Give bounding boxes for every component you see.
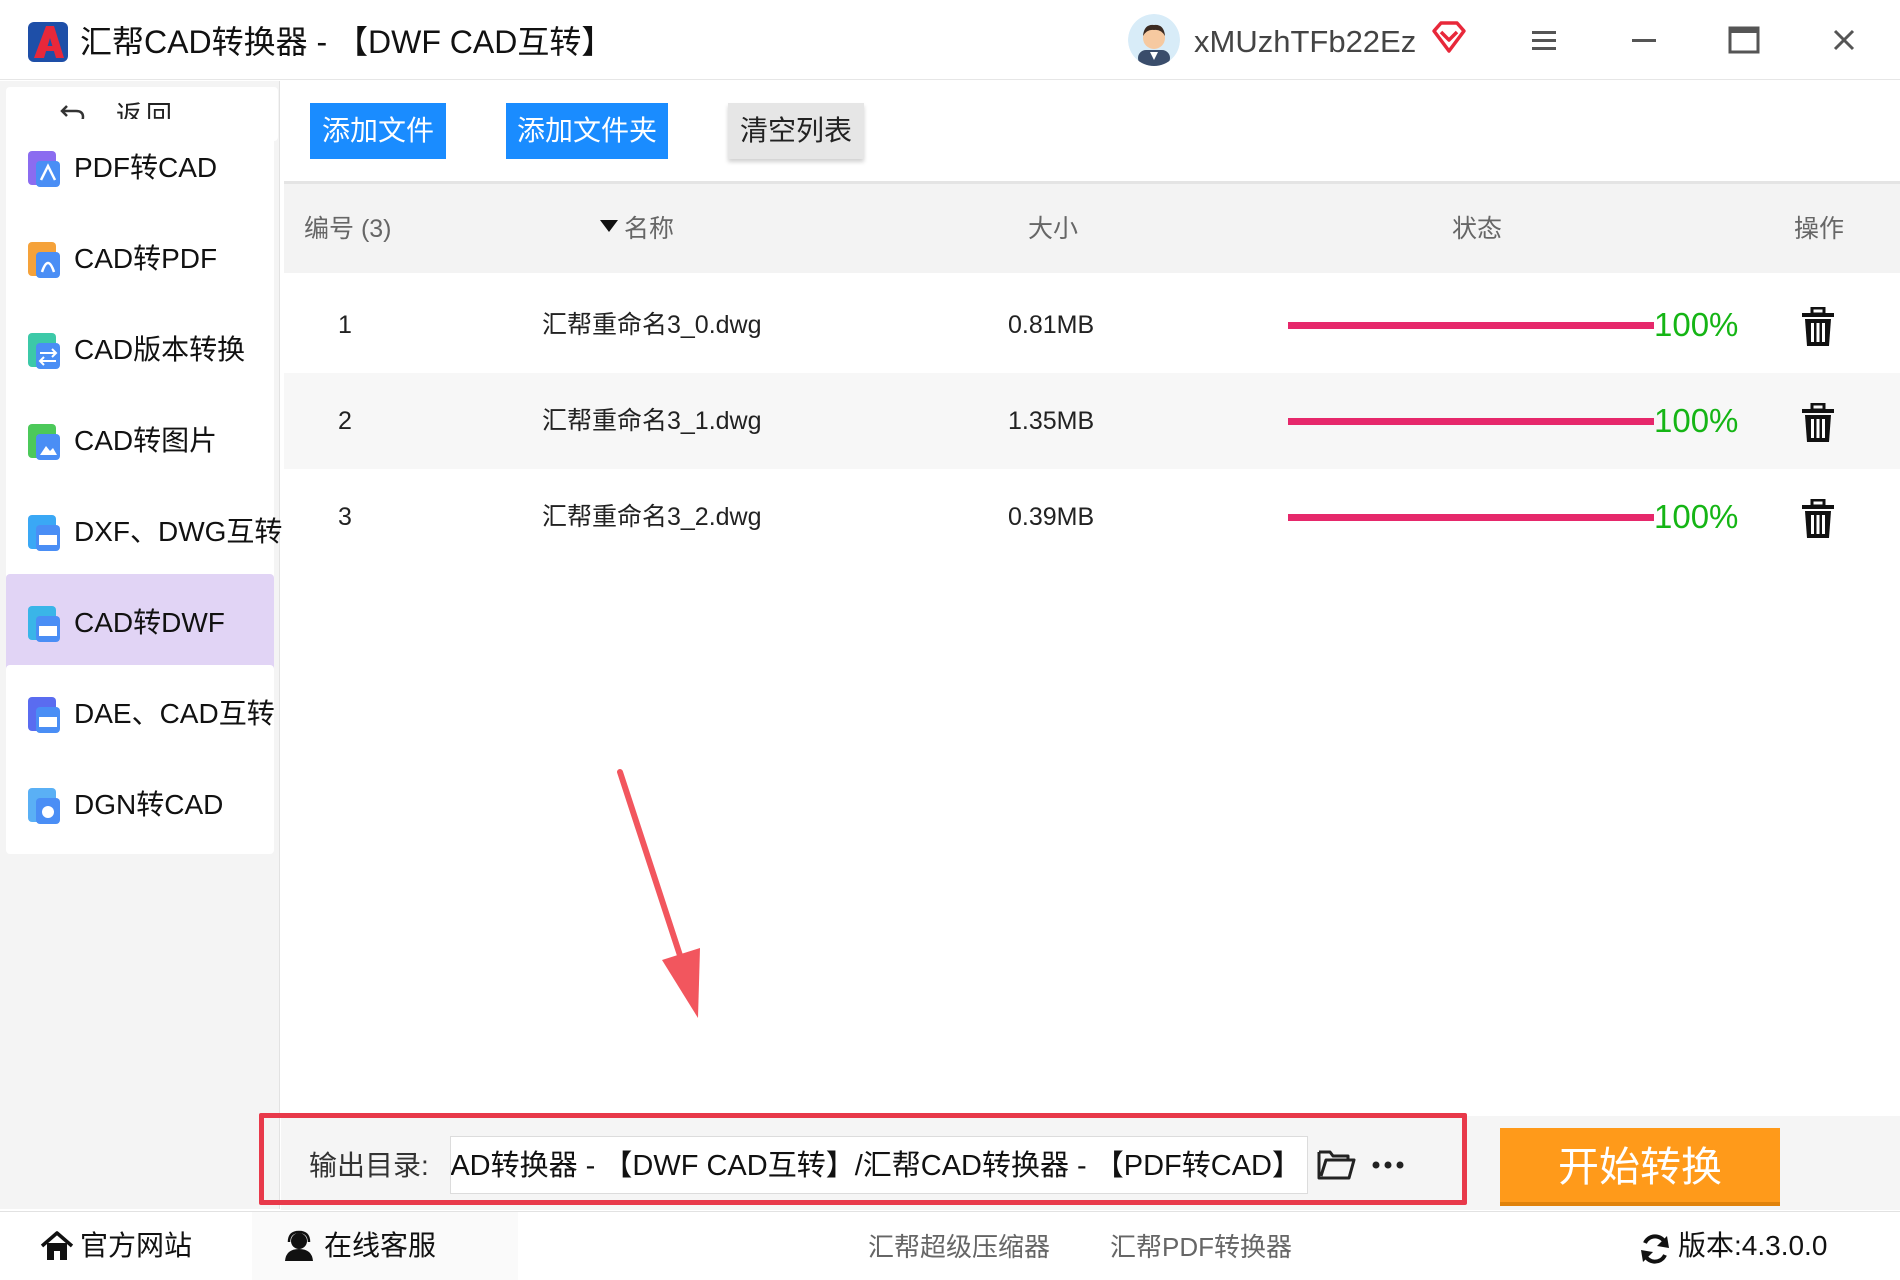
file-name: 汇帮重命名3_1.dwg: [542, 407, 762, 435]
trash-icon[interactable]: [1800, 307, 1836, 347]
official-site-label: 官方网站: [80, 1230, 193, 1261]
cad-to-image-icon: [28, 424, 60, 460]
home-icon: [40, 1231, 74, 1260]
close-icon[interactable]: [1822, 18, 1866, 62]
trash-icon[interactable]: [1800, 403, 1836, 443]
trash-icon[interactable]: [1800, 499, 1836, 539]
sidebar-item-dae-cad[interactable]: DAE、CAD互转: [6, 665, 275, 763]
support-agent-icon: [285, 1230, 313, 1261]
progress-bar: [1288, 322, 1654, 329]
dgn-to-cad-icon: [28, 788, 60, 824]
avatar[interactable]: [1128, 14, 1180, 66]
column-header-name[interactable]: 名称: [624, 214, 674, 244]
sidebar-item-label: CAD转PDF: [74, 243, 218, 274]
row-number: 2: [338, 407, 352, 435]
sidebar-item-label: DXF、DWG互转: [74, 516, 283, 547]
column-header-number[interactable]: 编号 (3): [304, 214, 392, 244]
sidebar-item-cad-to-image[interactable]: CAD转图片: [6, 392, 274, 490]
file-size: 0.81MB: [1008, 311, 1095, 339]
table-row[interactable]: 3 汇帮重命名3_2.dwg 0.39MB 100%: [284, 469, 1900, 565]
toolbar: 添加文件 添加文件夹 清空列表: [281, 81, 1900, 181]
sidebar: 返回 PDF转CAD CAD转PDF CAD版本转换 CAD转图片 DXF、DW…: [0, 81, 282, 1209]
file-name: 汇帮重命名3_0.dwg: [542, 311, 762, 339]
version-label: 版本:4.3.0.0: [1678, 1230, 1828, 1261]
menu-icon[interactable]: [1522, 18, 1566, 62]
more-options-icon[interactable]: [1368, 1150, 1408, 1180]
folder-open-icon[interactable]: [1316, 1146, 1356, 1182]
sidebar-item-cad-version[interactable]: CAD版本转换: [6, 301, 274, 399]
avatar-icon: [1128, 14, 1180, 66]
column-header-status: 状态: [1452, 215, 1503, 243]
app-logo-icon: [28, 22, 68, 62]
sidebar-item-label: DAE、CAD互转: [74, 698, 275, 729]
pdf-converter-app-link[interactable]: 汇帮PDF转换器: [1110, 1230, 1292, 1264]
row-number: 3: [338, 503, 352, 531]
maximize-icon[interactable]: [1722, 18, 1766, 62]
dxf-dwg-icon: [28, 515, 60, 551]
username[interactable]: xMUzhTFb22Ez: [1194, 20, 1416, 64]
footer: 官方网站 在线客服 汇帮超级压缩器 汇帮PDF转换器 版本:4.3.0.0: [0, 1211, 1900, 1280]
row-number: 1: [338, 311, 352, 339]
dae-cad-icon: [28, 697, 60, 733]
progress-percent: 100%: [1654, 498, 1739, 535]
title-bar: 汇帮CAD转换器 - 【DWF CAD互转】 xMUzhTFb22Ez: [0, 0, 1900, 80]
sidebar-item-dxf-dwg[interactable]: DXF、DWG互转: [6, 483, 282, 581]
cad-to-dwf-icon: [28, 606, 60, 642]
column-header-action: 操作: [1794, 215, 1845, 243]
vip-diamond-icon[interactable]: [1430, 18, 1468, 56]
file-size: 0.39MB: [1008, 503, 1095, 531]
file-name: 汇帮重命名3_2.dwg: [542, 503, 762, 531]
compressor-app-link[interactable]: 汇帮超级压缩器: [868, 1230, 1050, 1264]
sidebar-item-label: PDF转CAD: [74, 152, 218, 183]
sidebar-item-label: CAD版本转换: [74, 334, 246, 365]
cad-version-icon: [28, 333, 60, 369]
progress-bar: [1288, 514, 1654, 521]
sidebar-item-dgn-to-cad[interactable]: DGN转CAD: [6, 756, 274, 854]
sidebar-item-label: CAD转图片: [74, 425, 218, 456]
progress-percent: 100%: [1654, 402, 1739, 439]
output-path-text: CAD转换器 - 【DWF CAD互转】/汇帮CAD转换器 - 【PDF转CAD…: [450, 1150, 1301, 1182]
column-header-size[interactable]: 大小: [1028, 214, 1078, 244]
start-convert-button[interactable]: 开始转换: [1500, 1128, 1780, 1206]
app-title: 汇帮CAD转换器 - 【DWF CAD互转】: [80, 24, 614, 60]
table-header: 编号 (3) 名称 大小 状态 操作: [284, 181, 1900, 273]
clear-list-button[interactable]: 清空列表: [728, 103, 864, 159]
add-file-button[interactable]: 添加文件: [310, 103, 446, 159]
sidebar-item-label: DGN转CAD: [74, 789, 224, 820]
progress-bar: [1288, 418, 1654, 425]
annotation-arrow-icon: [617, 769, 700, 1018]
sidebar-item-cad-to-pdf[interactable]: CAD转PDF: [6, 210, 274, 308]
progress-fill: [1288, 418, 1654, 425]
progress-percent: 100%: [1654, 306, 1739, 343]
sidebar-item-label: CAD转DWF: [74, 607, 225, 638]
table-row[interactable]: 2 汇帮重命名3_1.dwg 1.35MB 100%: [284, 373, 1900, 469]
pdf-to-cad-icon: [28, 151, 60, 187]
sidebar-item-cad-to-dwf[interactable]: CAD转DWF: [6, 574, 274, 672]
file-size: 1.35MB: [1008, 407, 1095, 435]
refresh-icon[interactable]: [1638, 1232, 1672, 1266]
sidebar-item-pdf-to-cad[interactable]: PDF转CAD: [6, 119, 274, 217]
official-site-link[interactable]: 官方网站: [0, 1212, 230, 1280]
cad-to-pdf-icon: [28, 242, 60, 278]
online-service-label: 在线客服: [324, 1230, 437, 1261]
table-row[interactable]: 1 汇帮重命名3_0.dwg 0.81MB 100%: [284, 277, 1900, 373]
minimize-icon[interactable]: [1622, 18, 1666, 62]
progress-fill: [1288, 514, 1654, 521]
sort-down-icon[interactable]: [600, 220, 618, 234]
progress-fill: [1288, 322, 1654, 329]
output-dir-label: 输出目录:: [309, 1150, 429, 1181]
add-folder-button[interactable]: 添加文件夹: [506, 103, 668, 159]
output-path-field[interactable]: CAD转换器 - 【DWF CAD互转】/汇帮CAD转换器 - 【PDF转CAD…: [450, 1136, 1308, 1194]
online-service-link[interactable]: 在线客服: [252, 1212, 518, 1280]
